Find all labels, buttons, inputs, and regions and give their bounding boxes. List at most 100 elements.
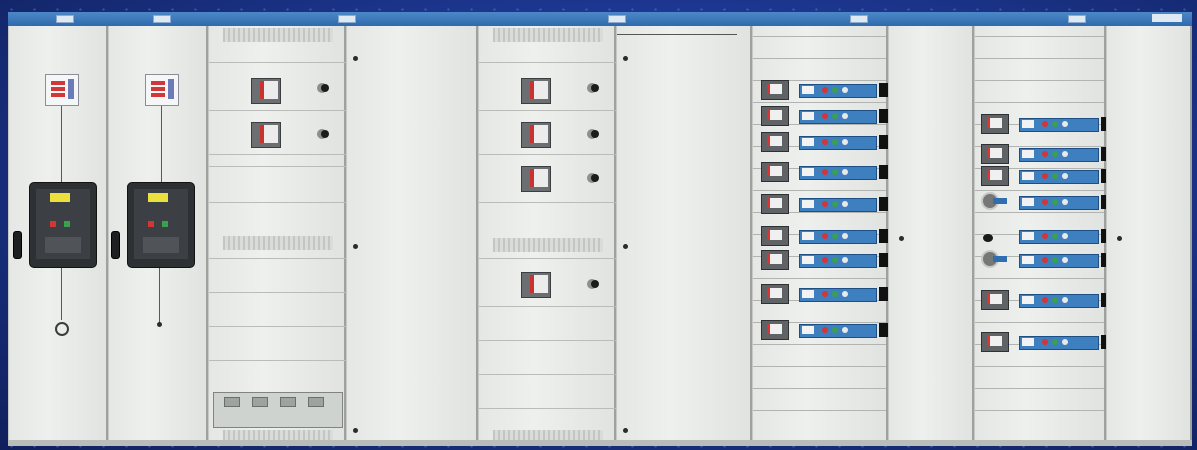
cabinet-tag [56, 15, 74, 23]
motor-starter-unit [799, 230, 877, 244]
lock-knob-icon[interactable] [591, 130, 599, 138]
terminal-block [213, 392, 343, 428]
motor-starter-unit [799, 254, 877, 268]
cabinet-mccb-feeder-2 [478, 26, 617, 444]
door-latch[interactable] [1117, 236, 1122, 241]
motor-starter-unit [799, 136, 877, 150]
cabinet-incomer-1 [8, 26, 108, 440]
nameplate [1152, 14, 1182, 22]
drawer-divider [975, 212, 1104, 229]
indicator-dot [157, 322, 162, 327]
switch-disconnector[interactable] [761, 80, 789, 100]
door-latch[interactable] [899, 236, 904, 241]
motor-starter-unit [799, 288, 877, 302]
motor-starter-unit [799, 166, 877, 180]
door-handle[interactable] [111, 231, 120, 259]
drawer-divider [753, 344, 886, 361]
indicator-symbol-icon [55, 322, 69, 336]
rotary-switch[interactable] [981, 250, 1007, 268]
motor-starter-unit [799, 84, 877, 98]
switch-disconnector[interactable] [981, 290, 1009, 310]
switch-disconnector[interactable] [981, 166, 1009, 186]
cabinet-mcc-drawers-1 [752, 26, 889, 440]
motor-starter-unit [1019, 148, 1099, 162]
switchgear-lineup [8, 12, 1192, 446]
switch-disconnector[interactable] [761, 162, 789, 182]
motor-starter-unit [799, 198, 877, 212]
motor-starter-unit [799, 324, 877, 338]
air-circuit-breaker [127, 182, 195, 268]
door-latch[interactable] [353, 428, 358, 433]
lock-knob-icon[interactable] [591, 280, 599, 288]
moulded-case-breaker [251, 122, 281, 148]
top-busbar-cover [8, 12, 1192, 27]
door-latch[interactable] [623, 428, 628, 433]
air-circuit-breaker [29, 182, 97, 268]
cabinet-blank-door-1 [346, 26, 478, 440]
switch-disconnector[interactable] [761, 250, 789, 270]
cabinet-mccb-feeder-1 [208, 26, 347, 444]
panel-meter [145, 74, 179, 106]
drawer-divider [753, 366, 886, 383]
door-latch[interactable] [623, 244, 628, 249]
moulded-case-breaker [521, 166, 551, 192]
switch-disconnector[interactable] [981, 114, 1009, 134]
drawer-divider [975, 366, 1104, 383]
cabinet-tag [153, 15, 171, 23]
panel-meter [45, 74, 79, 106]
wiring-line [159, 268, 160, 324]
drawer-handle[interactable] [983, 234, 993, 242]
drawer-divider [975, 388, 1104, 405]
cabinet-blank-door-2 [616, 26, 752, 440]
motor-starter-unit [1019, 230, 1099, 244]
motor-starter-unit [1019, 294, 1099, 308]
drawer-divider [975, 80, 1104, 97]
vent-grille [493, 28, 603, 42]
drawer-divider [753, 58, 886, 75]
wiring-line [61, 106, 62, 186]
moulded-case-breaker [521, 272, 551, 298]
door-handle[interactable] [13, 231, 22, 259]
door-latch[interactable] [353, 244, 358, 249]
cabinet-tag [608, 15, 626, 23]
switch-disconnector[interactable] [761, 226, 789, 246]
switch-disconnector[interactable] [761, 320, 789, 340]
cabinet-end-section [1106, 26, 1192, 440]
switch-disconnector[interactable] [761, 106, 789, 126]
switch-disconnector[interactable] [981, 144, 1009, 164]
motor-starter-unit [1019, 170, 1099, 184]
cabinet-tag [1068, 15, 1086, 23]
wiring-line [61, 268, 62, 320]
moulded-case-breaker [251, 78, 281, 104]
drawer-divider [975, 58, 1104, 75]
motor-starter-unit [1019, 254, 1099, 268]
lock-knob-icon[interactable] [321, 130, 329, 138]
motor-starter-unit [1019, 336, 1099, 350]
switch-disconnector[interactable] [761, 194, 789, 214]
lock-knob-icon[interactable] [321, 84, 329, 92]
lock-knob-icon[interactable] [591, 84, 599, 92]
switch-disconnector[interactable] [761, 132, 789, 152]
vent-grille [223, 28, 333, 42]
drawer-divider [753, 388, 886, 405]
door-latch[interactable] [353, 56, 358, 61]
moulded-case-breaker [521, 78, 551, 104]
drawer-divider [753, 36, 886, 53]
switch-disconnector[interactable] [981, 332, 1009, 352]
wiring-line [161, 106, 162, 186]
door-latch[interactable] [623, 56, 628, 61]
motor-starter-unit [1019, 196, 1099, 210]
vent-grille [493, 238, 603, 252]
cabinet-incomer-2 [108, 26, 208, 440]
vent-grille [223, 236, 333, 250]
plinth [8, 440, 1192, 446]
drawer-divider [753, 410, 886, 427]
switch-disconnector[interactable] [761, 284, 789, 304]
rotary-switch[interactable] [981, 192, 1007, 210]
drawer-divider [975, 36, 1104, 53]
cabinet-tag [850, 15, 868, 23]
cabinet-tag [338, 15, 356, 23]
lock-knob-icon[interactable] [591, 174, 599, 182]
cabinet-mcc-drawers-2 [974, 26, 1111, 440]
cabinet-cable-section [888, 26, 974, 440]
